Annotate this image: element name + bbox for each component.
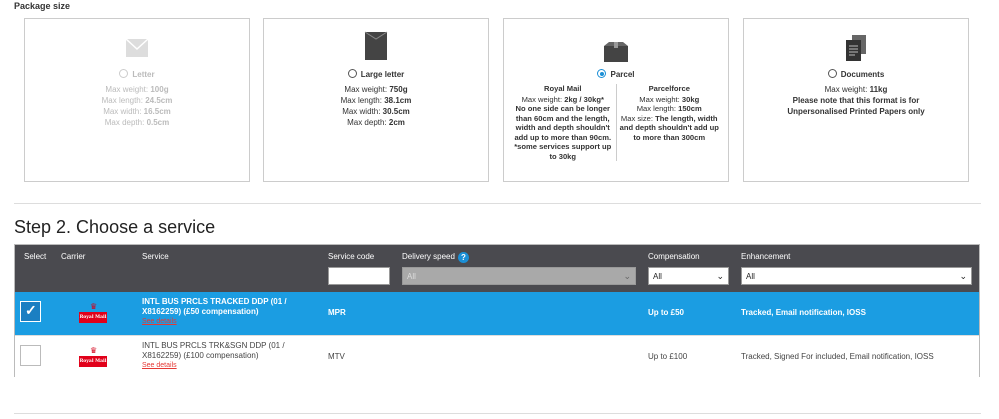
crown-icon: ♛ xyxy=(90,346,98,355)
documents-radio[interactable] xyxy=(827,69,837,78)
documents-icon xyxy=(845,34,867,67)
documents-label: Documents xyxy=(840,70,885,79)
package-card-large-letter[interactable]: Large letter Max weight: 750g Max length… xyxy=(263,18,489,182)
table-header: Select Carrier Service Service code Deli… xyxy=(15,245,979,292)
help-icon[interactable]: ? xyxy=(457,252,469,263)
package-card-letter[interactable]: Letter Max weight: 100g Max length: 24.5… xyxy=(24,18,250,182)
parcel-box-icon xyxy=(603,41,629,68)
chevron-down-icon: ⌄ xyxy=(623,271,631,281)
parcelforce-limits: Parcelforce Max weight: 30kg Max length:… xyxy=(619,84,719,142)
bottom-divider xyxy=(14,413,981,414)
letter-radio[interactable] xyxy=(119,69,129,78)
col-service-code: Service code xyxy=(328,252,375,261)
service-name: INTL BUS PRCLS TRACKED DDP (01 / X816225… xyxy=(142,297,287,316)
compensation-value: Up to £100 xyxy=(648,352,688,361)
section-divider xyxy=(14,203,981,204)
delivery-speed-select[interactable]: All ⌄ xyxy=(402,267,636,285)
col-select: Select xyxy=(24,252,47,261)
parcel-radio[interactable] xyxy=(597,69,607,78)
package-card-documents[interactable]: Documents Max weight: 11kg Please note t… xyxy=(743,18,969,182)
see-details-link[interactable]: See details xyxy=(142,317,307,327)
compensation-value: Up to £50 xyxy=(648,308,685,317)
service-name: INTL BUS PRCLS TRK&SGN DDP (01 / X816225… xyxy=(142,341,285,360)
col-compensation: Compensation xyxy=(648,252,700,261)
table-row[interactable]: ♛ Royal Mail INTL BUS PRCLS TRK&SGN DDP … xyxy=(15,335,979,378)
chevron-down-icon: ⌄ xyxy=(716,271,724,281)
royal-mail-limits: Royal Mail Max weight: 2kg / 30kg* No on… xyxy=(510,84,617,161)
enhancement-select[interactable]: All ⌄ xyxy=(741,267,972,285)
enhancement-value: Tracked, Signed For included, Email noti… xyxy=(741,352,934,361)
letter-label: Letter xyxy=(132,70,155,79)
service-code-filter-input[interactable] xyxy=(328,267,390,285)
royal-mail-logo: ♛ Royal Mail xyxy=(79,303,107,325)
large-letter-label: Large letter xyxy=(360,70,405,79)
large-envelope-icon xyxy=(364,31,388,66)
compensation-select[interactable]: All ⌄ xyxy=(648,267,729,285)
table-row[interactable]: ✓ ♛ Royal Mail INTL BUS PRCLS TRACKED DD… xyxy=(15,292,979,335)
large-letter-radio[interactable] xyxy=(347,69,357,78)
col-carrier: Carrier xyxy=(61,252,86,261)
royal-mail-logo: ♛ Royal Mail xyxy=(79,347,107,369)
package-card-parcel[interactable]: Parcel Royal Mail Max weight: 2kg / 30kg… xyxy=(503,18,729,182)
crown-icon: ♛ xyxy=(90,302,98,311)
row-select-checkbox[interactable]: ✓ xyxy=(20,301,41,322)
enhancement-value: Tracked, Email notification, IOSS xyxy=(741,308,866,317)
col-delivery-speed: Delivery speed? xyxy=(402,252,469,263)
col-service: Service xyxy=(142,252,169,261)
envelope-icon xyxy=(125,37,149,64)
col-enhancement: Enhancement xyxy=(741,252,791,261)
row-select-checkbox[interactable] xyxy=(20,345,41,366)
chevron-down-icon: ⌄ xyxy=(959,271,967,281)
service-code: MPR xyxy=(328,308,346,317)
step2-title: Step 2. Choose a service xyxy=(14,217,216,237)
services-table: Select Carrier Service Service code Deli… xyxy=(14,244,980,378)
see-details-link[interactable]: See details xyxy=(142,361,307,371)
parcel-label: Parcel xyxy=(610,70,635,79)
service-code: MTV xyxy=(328,352,345,361)
checkmark-icon: ✓ xyxy=(25,302,37,318)
package-size-title: Package size xyxy=(14,1,71,11)
